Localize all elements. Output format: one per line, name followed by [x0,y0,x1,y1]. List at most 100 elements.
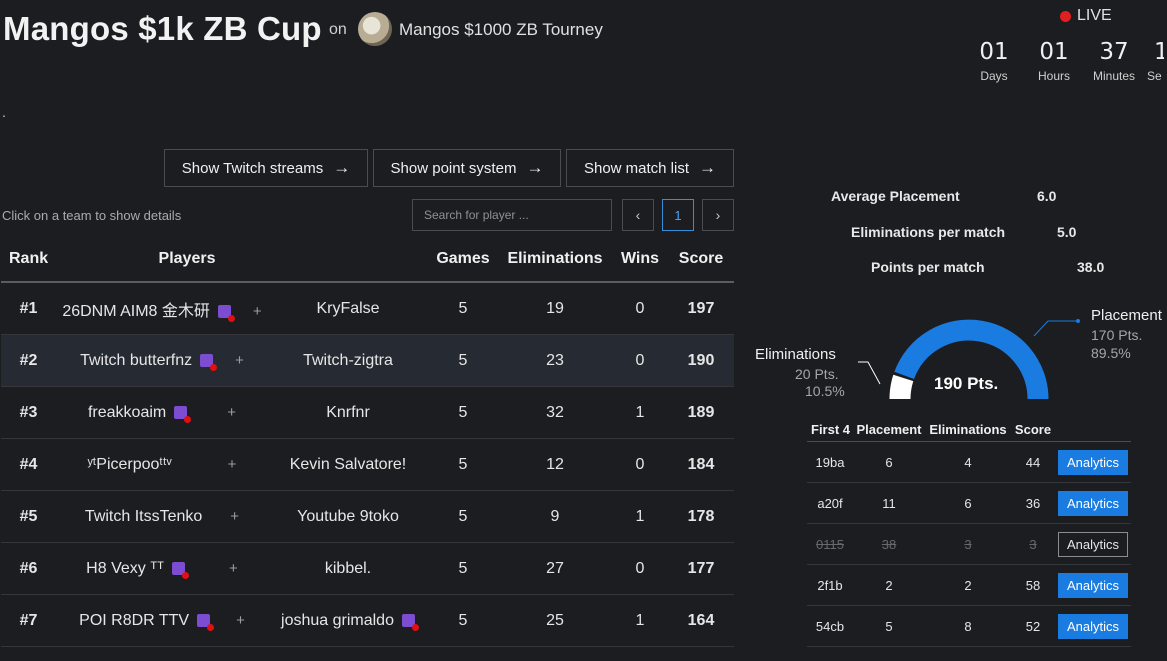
player2-cell: joshua grimaldo [268,594,428,647]
match-placement-cell: 2 [853,564,925,606]
live-indicator: LIVE [1060,7,1112,25]
countdown-seconds: 1 Se [1144,39,1164,83]
match-score-cell: 44 [1011,441,1055,483]
rank-cell: #1 [1,282,56,335]
match-score-cell: 36 [1011,482,1055,524]
match-score-cell: 52 [1011,605,1055,647]
twitch-live-icon[interactable] [217,304,235,322]
team-row[interactable]: #3 freakkoaim + Knrfnr 5 32 1 189 [1,386,734,439]
col-wins-header[interactable]: Wins [612,237,668,283]
on-label: on [329,21,347,38]
analytics-button[interactable]: Analytics [1058,613,1128,639]
match-id-cell: 2f1b [807,564,853,606]
match-table: First 4 Placement Eliminations Score 19b… [807,417,1131,647]
placement-legend-label: Placement [1091,307,1162,324]
team-row[interactable]: #1 26DNM AIM8 金木研 + KryFalse 5 19 0 197 [1,282,734,335]
col-eliminations-header[interactable]: Eliminations [498,237,612,283]
arrow-right-icon: → [526,158,544,177]
match-placement-cell: 5 [853,605,925,647]
placement-leader-line [1033,320,1078,337]
analytics-button[interactable]: Analytics [1058,449,1128,475]
eliminations-legend-label: Eliminations [755,346,836,363]
score-cell: 177 [668,542,734,595]
twitch-live-icon[interactable] [197,613,215,631]
match-row: a20f 11 6 36 Analytics [807,482,1131,524]
match-score-cell: 58 [1011,564,1055,606]
plus-icon: + [229,559,238,577]
show-point-system-label: Show point system [390,159,517,177]
col-players-header[interactable]: Players [56,237,428,283]
match-elims-cell: 3 [925,523,1011,565]
score-cell: 190 [668,334,734,387]
show-point-system-button[interactable]: Show point system → [373,149,561,187]
match-id-cell: 54cb [807,605,853,647]
eliminations-cell: 25 [498,594,612,647]
next-page-button[interactable]: › [702,199,734,231]
team-row[interactable]: #7 POI R8DR TTV + joshua grimaldo 5 25 1 … [1,594,734,647]
arrow-right-icon: → [699,158,717,177]
show-match-list-button[interactable]: Show match list → [566,149,734,187]
col-score-header: Score [1011,417,1055,442]
eliminations-leader-line [858,361,881,385]
games-cell: 5 [428,490,498,543]
rank-cell: #3 [1,386,56,439]
arrow-right-icon: → [333,158,351,177]
placement-marker [1076,319,1080,323]
match-id-cell: 19ba [807,441,853,483]
countdown-seconds-label: Se [1147,69,1162,83]
rank-cell: #6 [1,542,56,595]
analytics-button[interactable]: Analytics [1058,572,1128,598]
show-twitch-streams-button[interactable]: Show Twitch streams → [164,149,368,187]
col-analytics-header [1055,417,1131,442]
twitch-live-icon[interactable] [200,353,218,371]
prev-page-button[interactable]: ‹ [622,199,654,231]
placement-legend-points: 170 Pts. [1091,327,1143,343]
match-elims-cell: 8 [925,605,1011,647]
match-elims-cell: 2 [925,564,1011,606]
col-eliminations-header: Eliminations [925,417,1011,442]
score-cell: 184 [668,438,734,491]
match-row: 54cb 5 8 52 Analytics [807,605,1131,647]
page-title: Mangos $1k ZB Cup [3,10,322,47]
col-rank-header[interactable]: Rank [1,237,56,283]
rank-cell: #7 [1,594,56,647]
analytics-button[interactable]: Analytics [1058,531,1128,557]
wins-cell: 0 [612,438,668,491]
search-player-input[interactable]: Search for player ... [412,199,612,231]
team-row[interactable]: #4 ʸᵗPicerpooᵗᵗᵛ + Kevin Salvatore! 5 12 … [1,438,734,491]
twitch-live-icon[interactable] [401,613,419,631]
twitch-live-icon[interactable] [172,561,190,579]
page-1-button[interactable]: 1 [662,199,694,231]
twitch-live-icon[interactable] [174,405,192,423]
col-score-header[interactable]: Score [668,237,734,283]
wins-cell: 1 [612,386,668,439]
countdown-minutes-label: Minutes [1092,69,1136,83]
eliminations-cell: 19 [498,282,612,335]
games-cell: 5 [428,438,498,491]
tourney-link[interactable]: Mangos $1000 ZB Tourney [399,20,603,40]
team-row[interactable]: #2 Twitch butterfnz + Twitch-zigtra 5 23 … [1,334,734,387]
wins-cell: 0 [612,282,668,335]
col-games-header[interactable]: Games [428,237,498,283]
team-row[interactable]: #6 H8 Vexy ᵀᵀ + kibbel. 5 27 0 177 [1,542,734,595]
games-cell: 5 [428,542,498,595]
plus-icon: + [227,455,237,473]
rank-cell: #2 [1,334,56,387]
countdown-minutes: 37 Minutes [1084,39,1144,83]
team-row[interactable]: #5 Twitch ItssTenko + Youtube 9toko 5 9 1… [1,490,734,543]
live-dot-icon [1060,10,1071,22]
match-id-cell: a20f [807,482,853,524]
score-cell: 178 [668,490,734,543]
games-cell: 5 [428,282,498,335]
player2-cell: Kevin Salvatore! [268,438,428,491]
tourney-avatar[interactable] [358,12,392,46]
eliminations-legend-points: 20 Pts. [795,366,839,382]
analytics-button[interactable]: Analytics [1058,490,1128,516]
countdown-days-value: 01 [979,39,1009,65]
countdown-days-label: Days [980,69,1008,83]
match-row: 2f1b 2 2 58 Analytics [807,564,1131,606]
eliminations-cell: 12 [498,438,612,491]
countdown-hours-value: 01 [1039,39,1069,65]
games-cell: 5 [428,386,498,439]
leaderboard-header-row: Rank Players Games Eliminations Wins Sco… [1,237,734,283]
